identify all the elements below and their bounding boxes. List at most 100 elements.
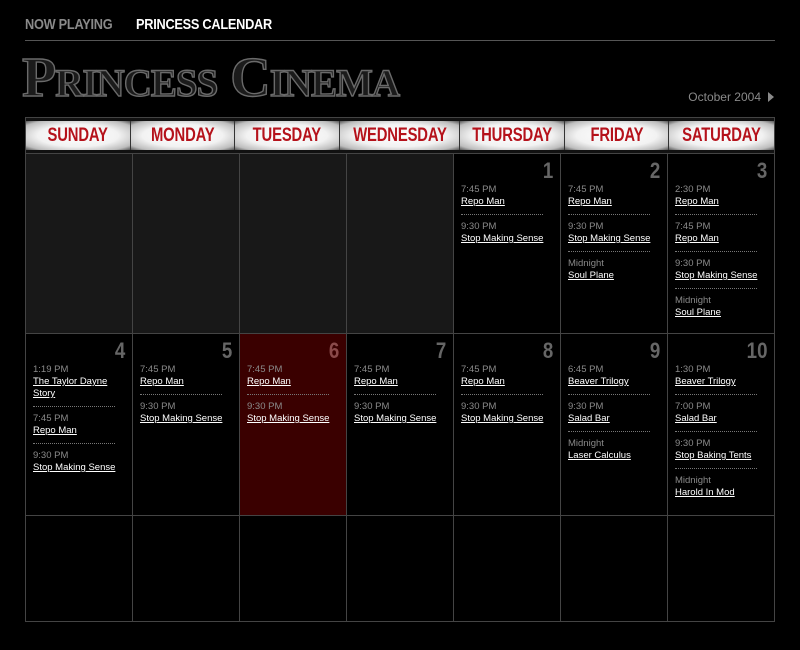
month-label: October 2004 [688,90,761,104]
weekday-label: FRIDAY [590,124,644,146]
film-link[interactable]: Soul Plane [675,307,757,319]
weekday-label: SUNDAY [47,124,108,146]
weekday-label: THURSDAY [472,124,553,146]
next-month-arrow-icon[interactable] [768,92,774,102]
day-number: 5 [221,338,232,363]
calendar-weeks: 1 7:45 PM Repo Man 9:30 PM Stop Making Sense… [25,154,775,622]
showtime: 9:30 PM Stop Making Sense [461,221,543,251]
day-cell: 2 7:45 PM Repo Man 9:30 PM Stop Making Sense… [561,154,668,334]
day-number: 7 [435,338,446,363]
top-nav: NOW PLAYING PRINCESS CALENDAR [25,16,296,33]
showtime: 9:30 PM Stop Making Sense [33,450,115,480]
film-link[interactable]: Salad Bar [568,413,650,425]
day-cell [454,516,561,622]
showtime: 7:45 PM Repo Man [247,364,329,395]
show-time: 1:19 PM [33,364,69,375]
film-link[interactable]: Repo Man [140,376,222,388]
film-link[interactable]: Stop Making Sense [354,413,436,425]
nav-now-playing[interactable]: NOW PLAYING [25,16,113,33]
film-link[interactable]: The Taylor Dayne Story [33,376,115,400]
day-cell: 5 7:45 PM Repo Man 9:30 PM Stop Making Sense [133,334,240,516]
day-cell [668,516,775,622]
show-time: 7:45 PM [354,364,390,375]
show-time: 9:30 PM [247,401,283,412]
showtimes-list: 1:30 PM Beaver Trilogy 7:00 PM Salad Bar 9:3… [675,364,767,505]
day-cell: 8 7:45 PM Repo Man 9:30 PM Stop Making Sense [454,334,561,516]
film-link[interactable]: Harold In Mod [675,487,757,499]
film-link[interactable]: Stop Making Sense [675,270,757,282]
showtime: 9:30 PM Stop Making Sense [354,401,436,431]
showtime: 7:45 PM Repo Man [354,364,436,395]
film-link[interactable]: Salad Bar [675,413,757,425]
film-link[interactable]: Stop Making Sense [33,462,115,474]
day-cell [240,516,347,622]
weekday-label: MONDAY [150,124,215,146]
film-link[interactable]: Soul Plane [568,270,650,282]
film-link[interactable]: Repo Man [675,233,757,245]
showtime: 9:30 PM Stop Making Sense [675,258,757,289]
film-link[interactable]: Stop Making Sense [461,413,543,425]
day-number: 1 [542,158,553,183]
film-link[interactable]: Stop Making Sense [461,233,543,245]
show-time: 1:30 PM [675,364,711,375]
show-time: 7:45 PM [33,413,69,424]
film-link[interactable]: Repo Man [354,376,436,388]
film-link[interactable]: Stop Making Sense [140,413,222,425]
day-cell [133,516,240,622]
film-link[interactable]: Laser Calculus [568,450,650,462]
showtime: 1:19 PM The Taylor Dayne Story [33,364,115,407]
show-time: 7:00 PM [675,401,711,412]
film-link[interactable]: Stop Baking Tents [675,450,757,462]
showtime: 9:30 PM Stop Making Sense [461,401,543,431]
showtime: Midnight Harold In Mod [675,475,757,505]
film-link[interactable]: Repo Man [247,376,329,388]
film-link[interactable]: Repo Man [675,196,757,208]
film-link[interactable]: Repo Man [33,425,115,437]
weekday-header-sunday: SUNDAY [26,121,131,150]
show-time: 7:45 PM [140,364,176,375]
day-number: 4 [114,338,125,363]
showtimes-list: 7:45 PM Repo Man 9:30 PM Stop Making Sense [461,364,553,431]
show-time: 7:45 PM [568,184,604,195]
show-time: 2:30 PM [675,184,711,195]
film-link[interactable]: Stop Making Sense [568,233,650,245]
showtimes-list: 1:19 PM The Taylor Dayne Story 7:45 PM Repo… [33,364,125,480]
day-number: 8 [542,338,553,363]
film-link[interactable]: Beaver Trilogy [675,376,757,388]
film-link[interactable]: Repo Man [461,196,543,208]
show-time: Midnight [568,258,604,269]
show-time: 9:30 PM [354,401,390,412]
film-link[interactable]: Repo Man [461,376,543,388]
show-time: 9:30 PM [675,258,711,269]
showtime: 9:30 PM Stop Making Sense [140,401,222,431]
day-cell: 6 7:45 PM Repo Man 9:30 PM Stop Making Sense [240,334,347,516]
show-time: 9:30 PM [675,438,711,449]
show-time: 7:45 PM [461,184,497,195]
weekday-header-row: SUNDAY MONDAY TUESDAY WEDNESDAY THURSDAY FRID… [25,117,775,154]
showtimes-list: 7:45 PM Repo Man 9:30 PM Stop Making Sense M… [568,184,660,288]
calendar-week [25,516,775,622]
showtime: 9:30 PM Salad Bar [568,401,650,432]
month-nav[interactable]: October 2004 [688,90,774,104]
day-cell [133,154,240,334]
nav-princess-calendar[interactable]: PRINCESS CALENDAR [136,16,272,33]
showtime: 7:45 PM Repo Man [140,364,222,395]
weekday-header-monday: MONDAY [130,121,235,150]
showtime: 9:30 PM Stop Making Sense [568,221,650,252]
show-time: 9:30 PM [568,221,604,232]
calendar-week: 4 1:19 PM The Taylor Dayne Story 7:45 PM Rep… [25,334,775,516]
day-number: 9 [649,338,660,363]
day-cell [347,154,454,334]
showtimes-list: 7:45 PM Repo Man 9:30 PM Stop Making Sense [140,364,232,431]
day-cell [26,516,133,622]
film-link[interactable]: Repo Man [568,196,650,208]
show-time: Midnight [568,438,604,449]
day-cell: 9 6:45 PM Beaver Trilogy 9:30 PM Salad Bar Mi… [561,334,668,516]
weekday-header-thursday: THURSDAY [460,121,565,150]
showtime: 7:45 PM Repo Man [461,364,543,395]
showtime: Midnight Soul Plane [568,258,650,288]
film-link[interactable]: Stop Making Sense [247,413,329,425]
film-link[interactable]: Beaver Trilogy [568,376,650,388]
show-time: Midnight [675,295,711,306]
show-time: 9:30 PM [461,401,497,412]
